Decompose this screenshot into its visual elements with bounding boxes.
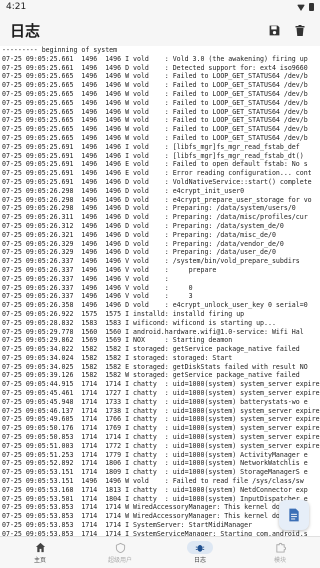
log-line: 07-25 09:05:25.691 1496 1496 D vold : Vo… [2,177,312,186]
nav-item-home[interactable]: 主页 [0,537,80,568]
log-line: 07-25 09:05:26.337 1496 1496 V vold : pr… [2,265,217,274]
log-line: 07-25 09:05:34.022 1582 1582 I storaged:… [2,345,300,354]
app-bar: 日志 [0,14,320,46]
log-line: 07-25 09:05:53.168 1714 1813 I chatty : … [2,485,308,494]
nav-label-superuser: 超级用户 [107,556,132,564]
save-button[interactable] [264,20,284,40]
log-line: 07-25 09:05:53.853 1714 1714 W WiredAcce… [2,512,304,521]
status-bar: 4:21 [0,0,320,14]
log-line: 07-25 09:05:26.298 1496 1496 D vold : e4… [2,186,245,195]
home-icon [34,542,46,554]
nav-label-log: 日志 [193,557,206,564]
log-line: 07-25 09:05:51.003 1714 1772 I chatty : … [2,441,320,450]
log-line: 07-25 09:05:26.358 1496 1496 D vold : e4… [2,301,308,310]
log-line: 07-25 09:05:39.126 1582 1582 W storaged:… [2,371,300,380]
log-line: 07-25 09:05:34.025 1582 1582 E storaged:… [2,362,308,371]
page-title: 日志 [10,21,41,40]
log-line: 07-25 09:05:28.832 1583 1583 I wificond:… [2,318,276,327]
log-line: 07-25 09:05:26.321 1496 1496 D vold : Pr… [2,230,276,239]
log-line: 07-25 09:05:45.948 1714 1733 I chatty : … [2,397,308,406]
log-line: 07-25 09:05:53.853 1714 1714 I SystemSer… [2,521,253,530]
log-line: 07-25 09:05:26.311 1496 1496 D vold : Pr… [2,213,308,222]
log-line: 07-25 09:05:50.853 1714 1714 I chatty : … [2,433,320,442]
log-line: 07-25 09:05:26.329 1496 1496 D vold : Pr… [2,248,276,257]
nav-item-log[interactable]: 日志 [160,537,240,568]
log-line: 07-25 09:05:25.665 1496 1496 W vold : Fa… [2,89,308,98]
log-line: 07-25 09:05:50.176 1714 1769 I chatty : … [2,424,320,433]
log-line: 07-25 09:05:25.665 1496 1496 W vold : Fa… [2,72,308,81]
log-line: 07-25 09:05:53.151 1496 1496 W vold : Fa… [2,477,304,486]
log-line: 07-25 09:05:25.665 1496 1496 W vold : Fa… [2,107,308,116]
log-line: 07-25 09:05:52.892 1714 1806 I chatty : … [2,459,308,468]
log-list[interactable]: --------- beginning of system 07-25 09:05… [0,46,320,536]
log-line: 07-25 09:05:29.862 1569 1569 I NOX : Sta… [2,336,233,345]
save-icon [269,25,279,35]
log-line: 07-25 09:05:53.151 1714 1809 I chatty : … [2,468,308,477]
nav-label-modules: 模块 [273,556,286,564]
status-time: 4:21 [6,2,27,12]
log-line: 07-25 09:05:26.298 1496 1496 D vold : e4… [2,195,312,204]
log-line: 07-25 09:05:25.665 1496 1496 W vold : Fa… [2,81,308,90]
status-icons [297,3,314,11]
log-line: 07-25 09:05:25.691 1496 1496 E vold : Fa… [2,160,308,169]
battery-icon [309,3,314,11]
log-line: --------- beginning of system [2,46,118,54]
log-line: 07-25 09:05:44.915 1714 1714 I chatty : … [2,380,320,389]
puzzle-icon [274,542,286,554]
log-line: 07-25 09:05:26.298 1496 1496 D vold : Pr… [2,204,296,213]
log-line: 07-25 09:05:25.665 1496 1496 W vold : Fa… [2,116,308,125]
log-line: 07-25 09:05:46.137 1714 1738 I chatty : … [2,406,320,415]
log-line: 07-25 09:05:26.337 1496 1496 V vold : [2,274,169,283]
log-line: 07-25 09:05:26.329 1496 1496 D vold : Pr… [2,239,284,248]
log-line: 07-25 09:05:45.461 1714 1727 I chatty : … [2,389,320,398]
log-line: 07-25 09:05:26.337 1496 1496 V vold : /s… [2,257,300,266]
active-indicator [187,541,213,554]
nav-item-modules[interactable]: 模块 [240,537,320,568]
log-line: 07-25 09:05:25.661 1496 1496 D vold : De… [2,63,308,72]
log-line: 07-25 09:05:34.024 1582 1582 I storaged:… [2,353,233,362]
shield-icon [114,542,126,554]
trash-icon [295,24,305,36]
log-line: 07-25 09:05:26.337 1496 1496 V vold : 0 [2,283,193,292]
log-line: 07-25 09:05:53.853 1714 1714 W WiredAcce… [2,503,304,512]
log-line: 07-25 09:05:25.691 1496 1496 E vold : Er… [2,169,312,178]
log-line: 07-25 09:05:51.253 1714 1779 I chatty : … [2,450,308,459]
save-log-fab[interactable] [279,500,309,530]
log-line: 07-25 09:05:25.665 1496 1496 W vold : Fa… [2,133,308,142]
wifi-icon [297,4,305,11]
log-line: 07-25 09:05:26.337 1496 1496 V vold : 3 [2,292,193,301]
log-line: 07-25 09:05:25.691 1496 1496 I vold : [l… [2,151,304,160]
log-line: 07-25 09:05:26.312 1496 1496 D vold : Pr… [2,221,284,230]
log-line: 07-25 09:05:26.922 1575 1575 I installd:… [2,309,245,318]
log-line: 07-25 09:05:49.605 1714 1766 I chatty : … [2,415,320,424]
bug-icon [195,545,205,552]
nav-item-superuser[interactable]: 超级用户 [80,537,160,568]
log-line: 07-25 09:05:25.661 1496 1496 I vold : Vo… [2,54,308,63]
document-icon [289,508,299,522]
log-line: 07-25 09:05:25.691 1496 1496 I vold : [l… [2,142,300,151]
bottom-nav: 主页 超级用户 日志 模块 [0,536,320,568]
delete-button[interactable] [290,20,310,40]
log-line: 07-25 09:05:29.778 1560 1560 I android.h… [2,327,304,336]
log-line: 07-25 09:05:25.665 1496 1496 W vold : Fa… [2,125,308,134]
nav-label-home: 主页 [33,556,46,564]
log-line: 07-25 09:05:53.501 1714 1804 I chatty : … [2,494,308,503]
log-line: 07-25 09:05:25.665 1496 1496 W vold : Fa… [2,98,308,107]
